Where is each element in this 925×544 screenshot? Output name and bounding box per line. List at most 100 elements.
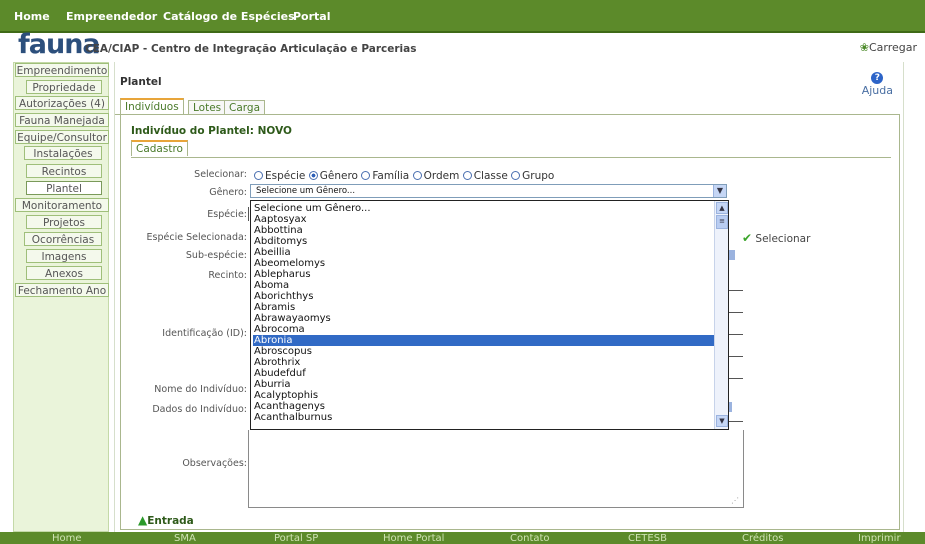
radio-ordem[interactable]: Ordem [412,170,459,182]
arrow-up-icon: ▲ [138,513,148,527]
genero-option[interactable]: Abbottina [253,225,714,236]
org-title: CEA/CIAP - Centro de Integração Articula… [85,43,417,55]
scroll-up-icon[interactable]: ▲ [716,202,728,214]
radio-circle [361,171,371,180]
footer-home-portal[interactable]: Home Portal [383,532,444,544]
sidebar-item-plantel[interactable]: Plantel [26,181,102,195]
resize-grip-icon[interactable]: ⋰ [731,496,739,505]
genero-option[interactable]: Abroscopus [253,346,714,357]
header: fauna CEA/CIAP - Centro de Integração Ar… [0,29,925,60]
genero-option[interactable]: Acanthagenys [253,401,714,412]
selecionar-label: Selecionar [755,233,811,245]
sidebar-item-equipe[interactable]: Equipe/Consultor [15,130,109,144]
label-genero: Gênero: [209,187,247,198]
genero-option[interactable]: Abditomys [253,236,714,247]
radio-circle [511,171,521,180]
footer-creditos[interactable]: Créditos [742,532,783,544]
nav-empreendedor[interactable]: Empreendedor [66,10,157,23]
help-label: Ajuda [861,84,893,97]
radio-circle [412,171,422,180]
entrada-link[interactable]: ▲Entrada [138,513,194,527]
tab-lotes[interactable]: Lotes [188,100,227,114]
label-especie: Espécie: [207,209,247,220]
footer-portal-sp[interactable]: Portal SP [274,532,318,544]
genero-option[interactable]: Abeillia [253,247,714,258]
nav-catalogo[interactable]: Catálogo de Espécies [163,10,295,23]
label-recinto: Recinto: [208,270,247,281]
help-button[interactable]: ? Ajuda [862,70,893,97]
sidebar-item-autorizacoes[interactable]: Autorizações (4) [15,96,109,110]
footer-contato[interactable]: Contato [510,532,550,544]
observacoes-textarea[interactable]: ⋰ [248,430,744,508]
sidebar-item-fauna-manejada[interactable]: Fauna Manejada [15,113,109,127]
selecionar-button[interactable]: ✔ Selecionar [742,231,810,245]
sidebar-item-instalacoes[interactable]: Instalações [24,146,102,160]
genero-option[interactable]: Ablepharus [253,269,714,280]
sidebar-item-empreendimento[interactable]: Empreendimento [15,63,109,77]
label-observacoes: Observações: [182,458,247,469]
sidebar-item-monitoramento[interactable]: Monitoramento [15,198,109,212]
page-title: Plantel [120,76,162,88]
scroll-thumb[interactable]: ≡ [716,215,728,229]
individuo-title: Indivíduo do Plantel: NOVO [131,125,292,137]
genero-option[interactable]: Acalyptophis [253,390,714,401]
tab-carga[interactable]: Carga [224,100,265,114]
genero-option[interactable]: Aaptosyax [253,214,714,225]
footer-sma[interactable]: SMA [174,532,196,544]
label-nome: Nome do Indivíduo: [154,384,247,395]
genero-select[interactable]: Selecione um Gênero... ▼ [250,184,727,198]
genero-option[interactable]: Abrocoma [253,324,714,335]
sidebar-item-anexos[interactable]: Anexos [26,266,102,280]
genero-option[interactable]: Abrawayaomys [253,313,714,324]
genero-option[interactable]: Abudefduf [253,368,714,379]
carregar-label: Carregar [868,41,917,54]
sidebar-item-projetos[interactable]: Projetos [26,215,102,229]
radio-genero[interactable]: Gênero [308,170,358,182]
radio-circle-selected [308,171,318,180]
genero-option[interactable]: Acanthalburnus [253,412,714,423]
radio-circle [254,171,263,180]
carregar-button[interactable]: ❀Carregar [860,41,917,54]
radio-grupo[interactable]: Grupo [511,170,554,182]
top-nav: Home Empreendedor Catálogo de Espécies P… [0,0,925,33]
footer-home[interactable]: Home [52,532,82,544]
dropdown-scrollbar[interactable]: ▲ ≡ ▼ [714,201,728,429]
scroll-down-icon[interactable]: ▼ [716,415,728,427]
genero-option[interactable]: Selecione um Gênero... [253,203,714,214]
sidebar-item-recintos[interactable]: Recintos [26,164,102,178]
genero-option[interactable]: Abeomelomys [253,258,714,269]
field-edge [729,334,743,335]
footer: Home SMA Portal SP Home Portal Contato C… [0,532,925,544]
genero-option[interactable]: Aborichthys [253,291,714,302]
refresh-icon: ❀ [859,41,869,54]
entrada-label: Entrada [147,515,194,527]
sidebar-item-ocorrencias[interactable]: Ocorrências [24,232,102,246]
label-selecionar: Selecionar: [194,169,247,180]
sidebar-item-propriedade[interactable]: Propriedade [26,80,102,94]
genero-option-selected[interactable]: Abronia [253,335,715,346]
cadastro-divider [131,157,891,158]
nav-portal[interactable]: Portal [293,10,331,23]
genero-option[interactable]: Aboma [253,280,714,291]
nav-home[interactable]: Home [14,10,50,23]
genero-option[interactable]: Abrothrix [253,357,714,368]
footer-cetesb[interactable]: CETESB [628,532,667,544]
tab-individuos[interactable]: Indivíduos [120,98,184,114]
especie-field-edge [248,207,249,221]
sidebar-item-fechamento-ano[interactable]: Fechamento Ano [15,283,109,297]
footer-imprimir[interactable]: Imprimir [858,532,901,544]
tab-cadastro[interactable]: Cadastro [131,140,188,156]
help-icon: ? [871,72,884,84]
genero-dropdown-list[interactable]: Selecione um Gênero... Aaptosyax Abbotti… [250,200,729,430]
genero-option[interactable]: Abramis [253,302,714,313]
label-identificacao: Identificação (ID): [162,328,247,339]
dados-select-edge [729,402,732,412]
sidebar-item-imagens[interactable]: Imagens [26,249,102,263]
radio-classe[interactable]: Classe [462,170,508,182]
label-especie-selecionada: Espécie Selecionada: [146,232,247,243]
radio-circle [462,171,472,180]
radio-familia[interactable]: Família [361,170,409,182]
genero-option[interactable]: Aburria [253,379,714,390]
chevron-down-icon[interactable]: ▼ [713,185,726,197]
radio-especie[interactable]: Espécie [254,170,305,182]
